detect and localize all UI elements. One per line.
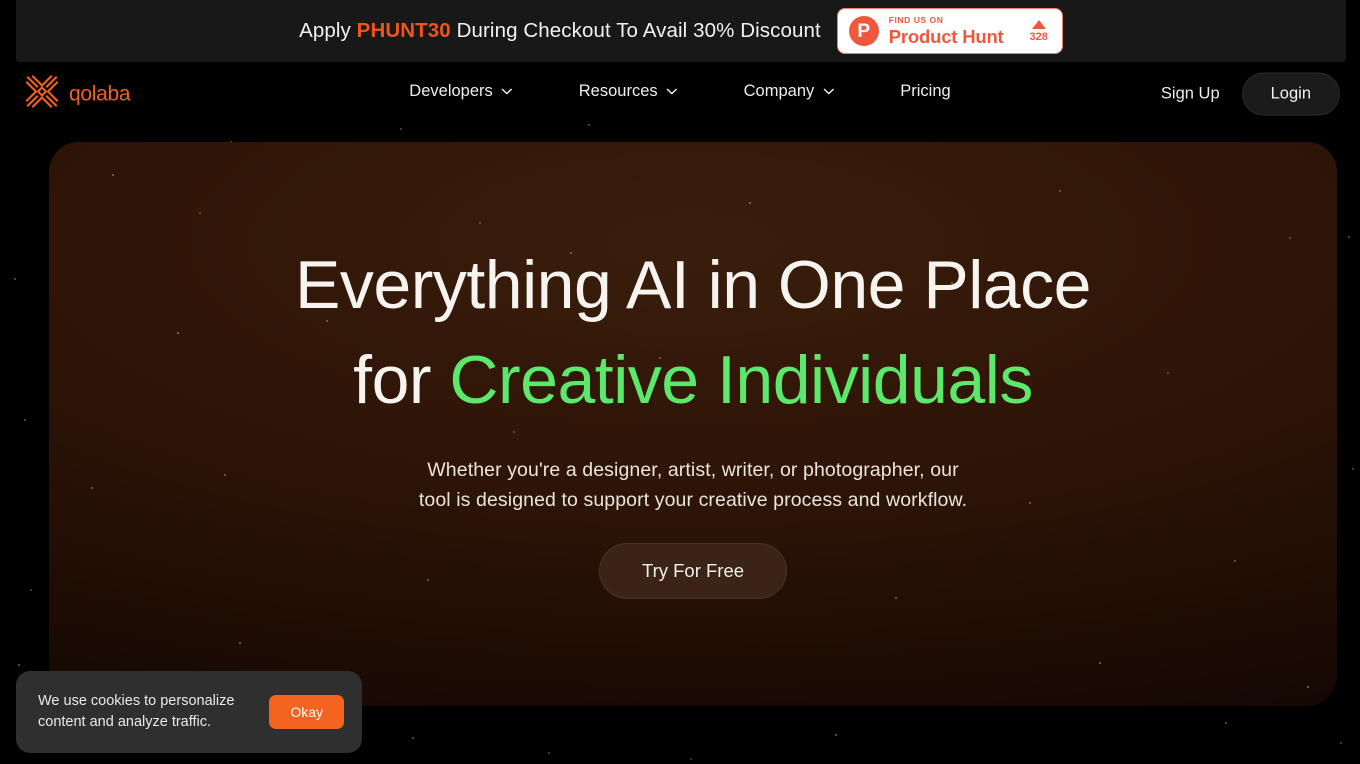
nav-item-pricing[interactable]: Pricing xyxy=(900,82,950,101)
product-hunt-vote-count: 328 xyxy=(1029,30,1048,43)
sign-up-button[interactable]: Sign Up xyxy=(1161,85,1220,104)
product-hunt-badge[interactable]: P FIND US ON Product Hunt 328 xyxy=(836,8,1063,54)
hero-section: Everything AI in One Place for Creative … xyxy=(49,142,1337,706)
promo-code: PHUNT30 xyxy=(356,19,451,42)
nav-item-pricing-label: Pricing xyxy=(900,82,951,100)
brand-name: qolaba xyxy=(69,82,131,105)
cookie-accept-button[interactable]: Okay xyxy=(269,695,344,729)
brand-logo-link[interactable]: qolaba xyxy=(24,74,131,115)
hero-content: Everything AI in One Place for Creative … xyxy=(49,142,1337,600)
product-hunt-name: Product Hunt xyxy=(888,25,1004,47)
hero-subtitle-line1: Whether you're a designer, artist, write… xyxy=(427,459,959,482)
try-for-free-button[interactable]: Try For Free xyxy=(598,543,788,600)
main-navigation: qolaba Developers Resources Company Pric… xyxy=(0,62,1360,126)
nav-item-resources[interactable]: Resources xyxy=(579,82,678,101)
hero-title-line2-plain: for xyxy=(353,341,450,418)
promo-text-after: During Checkout To Avail 30% Discount xyxy=(450,19,821,42)
hero-title-line2-accent: Creative Individuals xyxy=(449,341,1033,418)
nav-item-developers-label: Developers xyxy=(409,82,493,100)
upvote-caret-icon xyxy=(1031,19,1046,29)
nav-actions: Sign Up Login xyxy=(1161,72,1340,116)
chevron-down-icon xyxy=(502,88,513,95)
promo-text-before: Apply xyxy=(299,19,357,42)
nav-item-company-label: Company xyxy=(743,82,815,100)
login-button[interactable]: Login xyxy=(1241,72,1340,116)
chevron-down-icon xyxy=(823,88,834,95)
nav-item-resources-label: Resources xyxy=(578,82,658,100)
promo-text: Apply PHUNT30 During Checkout To Avail 3… xyxy=(299,19,821,43)
cookie-message: We use cookies to personalize content an… xyxy=(38,692,235,730)
hero-subtitle: Whether you're a designer, artist, write… xyxy=(419,455,967,515)
hero-title: Everything AI in One Place for Creative … xyxy=(295,238,1091,427)
nav-links: Developers Resources Company Pricing xyxy=(409,82,950,101)
qolaba-mark-icon xyxy=(24,74,60,115)
product-hunt-logo-icon: P xyxy=(848,16,879,46)
cookie-consent-banner: We use cookies to personalize content an… xyxy=(16,671,362,753)
nav-item-company[interactable]: Company xyxy=(744,82,835,101)
product-hunt-kicker: FIND US ON xyxy=(888,15,944,25)
hero-subtitle-line2: tool is designed to support your creativ… xyxy=(418,489,968,512)
hero-title-line1: Everything AI in One Place xyxy=(295,247,1091,323)
promo-banner: Apply PHUNT30 During Checkout To Avail 3… xyxy=(16,0,1346,62)
nav-item-developers[interactable]: Developers xyxy=(409,82,513,101)
product-hunt-votes: 328 xyxy=(1029,19,1048,43)
page-root: Apply PHUNT30 During Checkout To Avail 3… xyxy=(0,0,1360,764)
chevron-down-icon xyxy=(667,88,678,95)
product-hunt-labels: FIND US ON Product Hunt xyxy=(889,16,1004,46)
